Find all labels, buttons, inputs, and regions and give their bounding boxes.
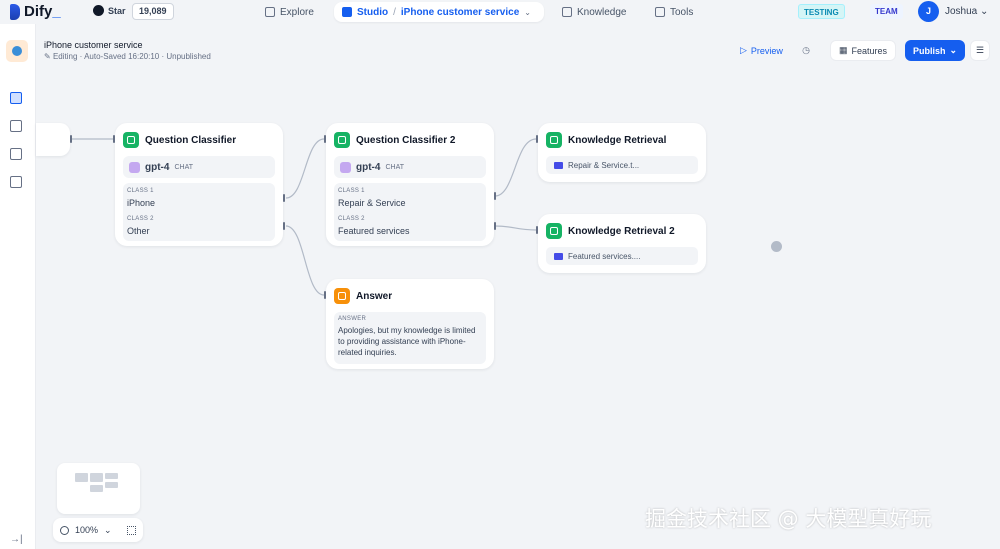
- answer-label: ANSWER: [338, 316, 367, 322]
- dataset-name: Featured services....: [568, 251, 641, 261]
- question-classifier-icon: [123, 132, 139, 148]
- start-node-output-handle[interactable]: [70, 135, 72, 143]
- model-selector: gpt-4 CHAT: [334, 156, 486, 178]
- node-title: Question Classifier: [145, 134, 237, 146]
- start-node[interactable]: [36, 123, 70, 156]
- node-title: Answer: [356, 290, 393, 302]
- class-value: Featured services: [338, 226, 410, 236]
- class-label: CLASS 2: [127, 216, 154, 222]
- model-mode-tag: CHAT: [385, 163, 404, 171]
- edge-qc1-qc2: [285, 138, 325, 199]
- chevron-down-icon[interactable]: ⌄: [104, 525, 112, 536]
- class-label: CLASS 2: [338, 216, 365, 222]
- node-title: Question Classifier 2: [356, 134, 456, 146]
- openai-icon: [340, 161, 351, 173]
- question-classifier-2-node[interactable]: Question Classifier 2 gpt-4 CHAT CLASS 1…: [326, 123, 494, 246]
- edge-qc2-kr2: [494, 225, 537, 231]
- model-mode-tag: CHAT: [174, 163, 193, 171]
- output-handle-class-1[interactable]: [283, 194, 285, 202]
- output-handle-class-2[interactable]: [283, 222, 285, 230]
- folder-icon: [554, 252, 563, 260]
- dataset-item: Repair & Service.t...: [546, 156, 698, 174]
- canvas-controls-icon[interactable]: [127, 525, 136, 535]
- class-value: iPhone: [127, 198, 156, 208]
- edge-qc2-kr1: [494, 138, 537, 197]
- knowledge-retrieval-node[interactable]: Knowledge Retrieval Repair & Service.t..…: [538, 123, 706, 182]
- answer-content: ANSWER Apologies, but my knowledge is li…: [334, 312, 486, 364]
- edge-qc1-answer: [285, 225, 325, 296]
- answer-text: Apologies, but my knowledge is limited t…: [338, 326, 476, 357]
- workflow-edges: [72, 138, 537, 296]
- folder-icon: [554, 161, 563, 169]
- knowledge-retrieval-icon: [546, 132, 562, 148]
- openai-icon: [129, 161, 140, 173]
- node-title: Knowledge Retrieval 2: [568, 225, 675, 237]
- input-handle[interactable]: [113, 135, 115, 143]
- model-name: gpt-4: [356, 161, 381, 173]
- dataset-name: Repair & Service.t...: [568, 160, 640, 170]
- mouse-cursor: [771, 241, 782, 252]
- class-value: Other: [127, 226, 150, 236]
- class-label: CLASS 1: [127, 188, 154, 194]
- class-list: CLASS 1 iPhone CLASS 2 Other: [123, 183, 275, 241]
- answer-icon: [334, 288, 350, 304]
- class-list: CLASS 1 Repair & Service CLASS 2 Feature…: [334, 183, 486, 241]
- zoom-level[interactable]: 100%: [75, 525, 98, 535]
- knowledge-retrieval-icon: [546, 223, 562, 239]
- output-handle-class-1[interactable]: [494, 192, 496, 200]
- input-handle[interactable]: [536, 135, 538, 143]
- node-title: Knowledge Retrieval: [568, 134, 667, 146]
- class-value: Repair & Service: [338, 198, 406, 208]
- zoom-control[interactable]: 100% ⌄: [53, 518, 143, 542]
- model-name: gpt-4: [145, 161, 170, 173]
- question-classifier-node[interactable]: Question Classifier gpt-4 CHAT CLASS 1 i…: [115, 123, 283, 246]
- output-handle-class-2[interactable]: [494, 222, 496, 230]
- class-label: CLASS 1: [338, 188, 365, 194]
- input-handle[interactable]: [536, 226, 538, 234]
- watermark: 掘金技术社区 @ 大模型真好玩: [645, 507, 932, 531]
- model-selector: gpt-4 CHAT: [123, 156, 275, 178]
- zoom-icon: [60, 525, 69, 535]
- question-classifier-icon: [334, 132, 350, 148]
- minimap[interactable]: [57, 463, 140, 514]
- dataset-item: Featured services....: [546, 247, 698, 265]
- input-handle[interactable]: [324, 291, 326, 299]
- input-handle[interactable]: [324, 135, 326, 143]
- answer-node[interactable]: Answer ANSWER Apologies, but my knowledg…: [326, 279, 494, 369]
- knowledge-retrieval-2-node[interactable]: Knowledge Retrieval 2 Featured services.…: [538, 214, 706, 273]
